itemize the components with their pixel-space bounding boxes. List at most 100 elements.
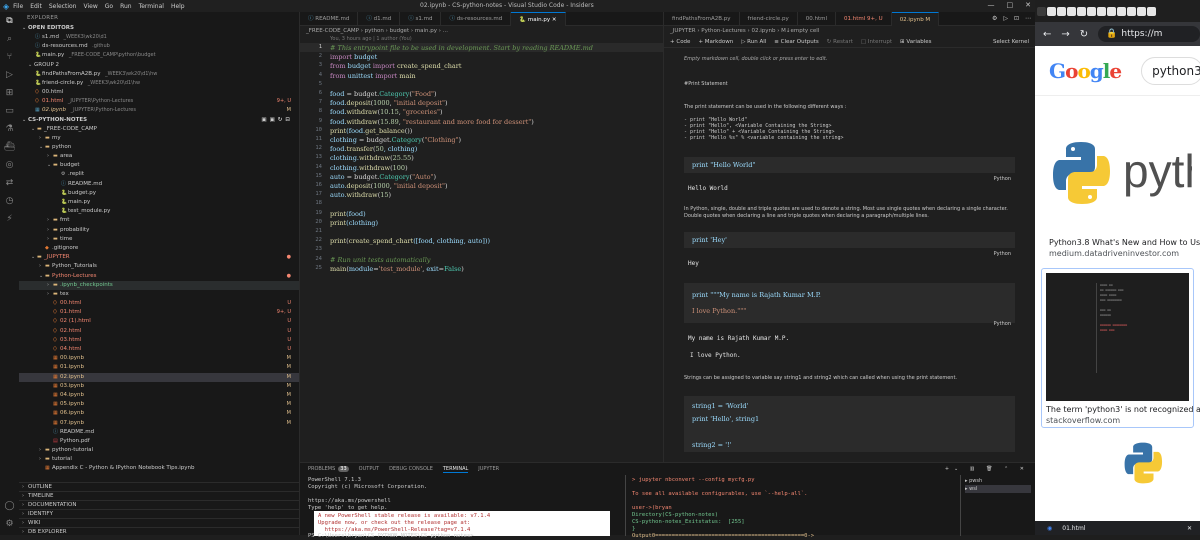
code-line[interactable]: # This entrypoint file to be used in dev… [330,44,593,52]
split-editor-icon[interactable]: ⊡ [1014,15,1019,22]
folder-python-lectures[interactable]: ⌄ ▬ Python-Lectures ● [19,272,299,281]
timeline-icon[interactable]: ◷ [0,192,19,210]
tab-close-icon[interactable]: ✕ [550,17,557,23]
file-appendix-c-python-ipython-notebook-tips-ipynb[interactable]: ▦ Appendix C - Python & IPython Notebook … [19,464,299,473]
more-actions-icon[interactable]: ⋯ [1025,15,1031,22]
menu-item-help[interactable]: Help [171,3,185,10]
code-line[interactable]: clothing.withdraw(100) [330,164,408,172]
browser-tab-favicon[interactable] [1047,6,1056,16]
folder-tex[interactable]: › ▬ tex [19,290,299,299]
remote-explorer-icon[interactable]: ▭ [0,102,19,120]
browser-tab-favicon[interactable] [1117,6,1126,16]
source-control-icon[interactable]: ⑂ [0,48,19,66]
search-icon[interactable]: ⌕ [0,30,19,48]
notebook-tab-2[interactable]: 00.html [798,12,837,26]
code-line[interactable]: auto = budget.Category("Auto") [330,173,436,181]
file-04-html[interactable]: ⟨⟩ 04.html U [19,345,299,354]
panel-tab-output[interactable]: OUTPUT [359,466,379,472]
address-bar[interactable]: 🔒 https://m [1098,26,1200,42]
browser-tab-favicon[interactable] [1107,6,1116,16]
result-1-source[interactable]: medium.datadriveninvestor.com [1035,247,1200,260]
folder-fmt[interactable]: › ▬ fmt [19,216,299,225]
code-cell-2[interactable]: print 'Hey' Python [684,232,1015,257]
back-icon[interactable]: ← [1043,29,1051,40]
minimize-icon[interactable]: — [988,1,995,9]
folder-budget[interactable]: ⌄ ▬ budget [19,161,299,170]
result-2-card[interactable]: ▬▬▬▬ ▬▬ ▬▬ ▬▬▬▬▬▬ ▬▬▬ ▬▬▬▬ ▬▬▬▬ ▬▬▬ ▬▬▬▬▬▬▬… [1041,268,1200,428]
extensions-icon[interactable]: ⊞ [0,84,19,102]
google-doodle-logo[interactable]: Google [1049,59,1122,83]
panel-tab-problems[interactable]: PROBLEMS 33 [308,466,349,472]
tab-main-py[interactable]: 🐍 main.py ✕ [511,12,566,26]
run-debug-icon[interactable]: ▷ [0,66,19,84]
browser-tab-favicon[interactable] [1127,6,1136,16]
code-cell-3[interactable]: print """My name is Rajath Kumar M.P. I l… [684,283,1015,327]
code-line[interactable]: from unittest import main [330,72,416,80]
section-identify[interactable]: › IDENTIFY [19,509,299,518]
select-kernel-button[interactable]: Select Kernel [993,39,1035,45]
section-documentation[interactable]: › DOCUMENTATION [19,500,299,509]
workspace-section[interactable]: ⌄ CS-PYTHON-NOTES ▣▣↻⊟ [19,116,299,125]
result-3-image[interactable] [1043,436,1192,516]
markdown-heading[interactable]: #Print Statement [664,81,1035,88]
folder--free-code-camp[interactable]: ⌄ ▬ _FREE-CODE_CAMP [19,125,299,134]
toolbar-run-all[interactable]: ▷ Run All [741,39,766,45]
code-line[interactable]: clothing = budget.Category("Clothing") [330,136,461,144]
folder-python[interactable]: ⌄ ▬ python [19,143,299,152]
open-editor-item[interactable]: ⟨⟩ 00.html [19,88,299,97]
tab-readme-md[interactable]: ⓘ README.md [300,12,359,26]
menu-item-view[interactable]: View [83,3,97,10]
group-2-section[interactable]: ⌄ GROUP 2 [19,61,299,70]
browser-tab-favicon[interactable] [1097,6,1106,16]
section-wiki[interactable]: › WIKI [19,518,299,527]
terminal-pwsh[interactable]: ▸ pwsh [965,477,1031,485]
file-main-py[interactable]: 🐍main.py [19,198,299,207]
browser-tab-favicon[interactable] [1077,6,1086,16]
code-line[interactable]: auto.withdraw(15) [330,191,391,199]
open-editors-section[interactable]: ⌄ OPEN EDITORS [19,24,299,33]
terminal-right[interactable]: > jupyter nbconvert --config mycfg.py To … [632,477,814,540]
code-line[interactable]: clothing.withdraw(25.55) [330,154,414,162]
terminal-wsl[interactable]: ▸ wsl [965,485,1031,493]
browser-tab-favicon[interactable] [1147,6,1156,16]
code-line[interactable]: print(clothing) [330,219,378,227]
tab-ds-resources-md[interactable]: ⓘ ds-resources.md [441,12,512,26]
toolbar-variables[interactable]: ⊞ Variables [900,39,932,45]
menu-item-edit[interactable]: Edit [30,3,42,10]
file-03-html[interactable]: ⟨⟩ 03.html U [19,336,299,345]
testing-icon[interactable]: ⚗ [0,120,19,138]
menu-item-go[interactable]: Go [105,3,113,10]
breadcrumb[interactable]: _FREE-CODE_CAMP › python › budget › main… [300,26,663,36]
folder-probability[interactable]: › ▬ probability [19,226,299,235]
code-line[interactable]: # Run unit tests automatically [330,256,430,264]
menu-item-run[interactable]: Run [120,3,132,10]
code-line[interactable]: from budget import create_spend_chart [330,62,462,70]
folder--jupyter[interactable]: ⌄ ▬ _JUPYTER ● [19,253,299,262]
git-graph-icon[interactable]: ◎ [0,156,19,174]
file-budget-py[interactable]: 🐍budget.py [19,189,299,198]
panel-tab-jupyter[interactable]: JUPYTER [478,466,499,472]
explorer-icon[interactable]: ⧉ [0,12,19,30]
toolbar-restart[interactable]: ↻ Restart [827,39,853,45]
file-06-ipynb[interactable]: ▦ 06.ipynb M [19,409,299,418]
search-box[interactable]: python3 [1141,56,1200,85]
code-line[interactable]: print(food) [330,210,366,218]
section-timeline[interactable]: › TIMELINE [19,491,299,500]
close-icon[interactable]: ✕ [1025,1,1031,9]
panel-tab-terminal[interactable]: TERMINAL [442,466,469,473]
menu-item-terminal[interactable]: Terminal [139,3,164,10]
notebook-tab-3[interactable]: 01.html 9+, U [836,12,892,26]
gear-icon[interactable]: ⚙ [0,515,19,533]
file-02-ipynb[interactable]: ▦ 02.ipynb M [19,372,299,382]
run-icon[interactable]: ▷ [1003,15,1008,22]
folder-my[interactable]: › ▬ my [19,134,299,143]
section-outline[interactable]: › OUTLINE [19,482,299,491]
code-cell-1[interactable]: print "Hello World" Python [684,157,1015,182]
menu-item-file[interactable]: File [13,3,23,10]
open-editor-item[interactable]: ⓘ ds-resources.md .github [19,42,299,51]
file-07-ipynb[interactable]: ▦ 07.ipynb M [19,419,299,428]
section-db-explorer[interactable]: › DB EXPLORER [19,527,299,535]
code-line[interactable]: food = budget.Category("Food") [330,90,437,98]
code-line[interactable]: main(module='test_module', exit=False) [330,265,464,273]
file-python-pdf[interactable]: ▤ Python.pdf [19,437,299,446]
